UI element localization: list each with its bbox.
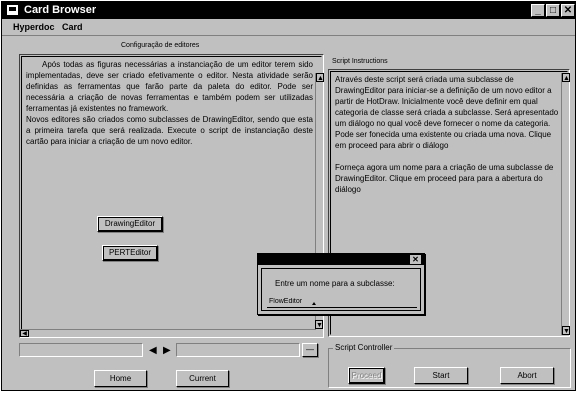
nav-right-field[interactable] bbox=[176, 343, 300, 357]
prev-arrow-icon[interactable]: ◀ bbox=[149, 345, 157, 356]
script-instructions-content: Através deste script será criada uma sub… bbox=[335, 74, 560, 206]
menu-bar: Hyperdoc Card bbox=[2, 20, 575, 36]
dialog-body: Entre um nome para a subclasse: bbox=[261, 268, 421, 311]
script-controller-group: Script Controller Proceed Start Abort bbox=[328, 343, 571, 388]
card-browser-window: Card Browser _ □ ✕ Hyperdoc Card Configu… bbox=[1, 1, 576, 391]
subclass-name-input[interactable] bbox=[267, 295, 417, 308]
left-text-content: Após todas as figuras necessárias a inst… bbox=[26, 59, 313, 147]
start-button-label: Start bbox=[432, 371, 450, 380]
menu-hyperdoc[interactable]: Hyperdoc bbox=[13, 22, 55, 32]
right-panel-title: Script Instructions bbox=[332, 58, 388, 65]
home-button-label: Home bbox=[109, 374, 132, 383]
scroll-left-arrow-icon[interactable]: ◀ bbox=[20, 330, 29, 337]
close-button[interactable]: ✕ bbox=[561, 4, 575, 17]
window-title: Card Browser bbox=[24, 4, 97, 16]
left-paragraph-1: Após todas as figuras necessárias a inst… bbox=[26, 60, 313, 113]
pert-editor-button-label: PERTEditor bbox=[108, 248, 152, 257]
left-horizontal-scrollbar[interactable]: ◀ bbox=[20, 329, 315, 337]
script-paragraph-2: Forneça agora um nome para a criação de … bbox=[335, 163, 554, 194]
current-button[interactable]: Current bbox=[176, 370, 229, 387]
abort-button[interactable]: Abort bbox=[500, 367, 554, 384]
mouse-cursor-icon bbox=[312, 302, 316, 305]
next-arrow-icon[interactable]: ▶ bbox=[163, 345, 171, 356]
maximize-button[interactable]: □ bbox=[546, 4, 560, 17]
scroll-down-arrow-icon[interactable]: ▼ bbox=[315, 320, 323, 329]
script-controller-label: Script Controller bbox=[333, 343, 395, 352]
home-button[interactable]: Home bbox=[94, 370, 147, 387]
pert-editor-button[interactable]: PERTEditor bbox=[102, 245, 158, 261]
current-button-label: Current bbox=[189, 374, 216, 383]
proceed-button-label: Proceed bbox=[351, 371, 382, 380]
drawing-editor-button-label: DrawingEditor bbox=[104, 219, 156, 228]
dialog-close-icon[interactable]: ✕ bbox=[410, 255, 421, 264]
left-panel-title: Configuração de editores bbox=[121, 42, 200, 49]
abort-button-label: Abort bbox=[517, 371, 537, 380]
subclass-name-dialog: ✕ Entre um nome para a subclasse: bbox=[257, 253, 425, 315]
dialog-title-bar[interactable]: ✕ bbox=[258, 254, 424, 265]
right-vertical-scrollbar[interactable]: ▲ ▼ bbox=[561, 73, 570, 335]
dialog-prompt: Entre um nome para a subclasse: bbox=[275, 279, 395, 288]
menu-card[interactable]: Card bbox=[62, 22, 83, 32]
nav-left-field[interactable] bbox=[19, 343, 143, 357]
app-icon bbox=[6, 4, 19, 16]
nav-dash-label: — bbox=[306, 345, 314, 354]
script-paragraph-1: Através deste script será criada uma sub… bbox=[335, 75, 559, 150]
start-button[interactable]: Start bbox=[414, 367, 468, 384]
left-paragraph-2: Novos editores são criados como subclass… bbox=[26, 115, 313, 146]
proceed-button[interactable]: Proceed bbox=[348, 367, 385, 384]
right-scroll-up-arrow-icon[interactable]: ▲ bbox=[562, 73, 570, 82]
minimize-button[interactable]: _ bbox=[531, 4, 545, 17]
scroll-up-arrow-icon[interactable]: ▲ bbox=[316, 73, 324, 82]
title-bar[interactable]: Card Browser _ □ ✕ bbox=[2, 2, 575, 19]
nav-dash-button[interactable]: — bbox=[302, 343, 318, 357]
drawing-editor-button[interactable]: DrawingEditor bbox=[97, 216, 163, 232]
right-scroll-down-arrow-icon[interactable]: ▼ bbox=[562, 326, 570, 335]
